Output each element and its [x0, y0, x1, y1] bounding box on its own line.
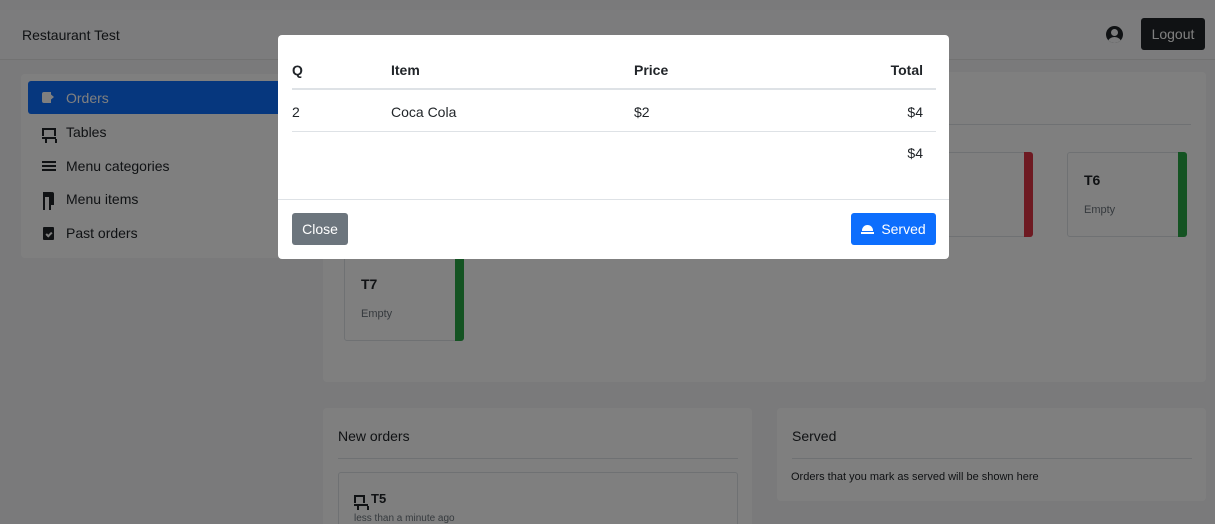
close-button[interactable]: Close — [292, 213, 348, 245]
row-divider — [292, 131, 936, 132]
row-price: $2 — [634, 104, 650, 120]
header-divider — [292, 88, 936, 90]
column-header-item: Item — [391, 62, 420, 78]
grand-total: $4 — [907, 145, 923, 161]
row-total: $4 — [907, 104, 923, 120]
row-item: Coca Cola — [391, 104, 457, 120]
served-button-label: Served — [881, 221, 926, 237]
row-qty: 2 — [292, 104, 300, 120]
served-button[interactable]: Served — [851, 213, 936, 245]
column-header-qty: Q — [292, 62, 303, 78]
column-header-price: Price — [634, 62, 669, 78]
column-header-total: Total — [890, 62, 923, 78]
modal-footer-divider — [278, 199, 949, 200]
concierge-bell-icon — [861, 224, 875, 234]
order-modal: Q Item Price Total 2 Coca Cola $2 $4 $4 … — [278, 35, 949, 259]
